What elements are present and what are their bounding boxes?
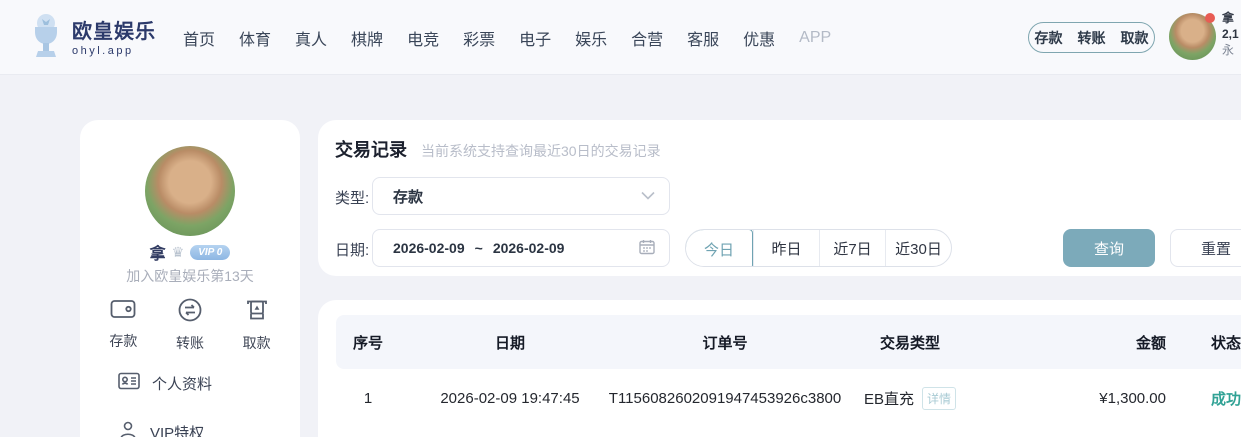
cell-index: 1 bbox=[336, 390, 400, 407]
crown-icon: ♛ bbox=[172, 244, 185, 261]
navbar-withdraw-button[interactable]: 取款 bbox=[1121, 28, 1149, 48]
cell-order-no: T1156082602091947453926c3800 bbox=[620, 390, 830, 407]
sidebar-withdraw-action[interactable]: 取款 bbox=[223, 298, 290, 353]
date-range-picker[interactable]: 2026-02-09 ~ 2026-02-09 bbox=[372, 229, 670, 267]
person-icon bbox=[118, 420, 138, 437]
transfer-icon bbox=[178, 298, 202, 327]
navbar-user-info: 拿 2,1 永 bbox=[1222, 10, 1241, 58]
withdraw-icon bbox=[245, 298, 269, 327]
reset-button[interactable]: 重置 bbox=[1170, 229, 1241, 267]
nav-item-app[interactable]: APP bbox=[799, 29, 831, 47]
table-header-row: 序号 日期 订单号 交易类型 金额 状态 bbox=[336, 315, 1241, 369]
nav-item-slots[interactable]: 电子 bbox=[519, 26, 551, 50]
col-header-amount: 金额 bbox=[990, 332, 1180, 353]
wallet-icon bbox=[110, 298, 136, 325]
page-subtitle: 当前系统支持查询最近30日的交易记录 bbox=[421, 141, 661, 161]
sidebar-item-label: 个人资料 bbox=[152, 373, 212, 394]
type-filter-label: 类型: bbox=[335, 187, 369, 208]
navbar-transfer-button[interactable]: 转账 bbox=[1078, 28, 1106, 48]
quick-actions: 存款 转账 取款 bbox=[90, 298, 290, 353]
sidebar-item-label: VIP特权 bbox=[150, 422, 204, 437]
nav-item-promo[interactable]: 优惠 bbox=[743, 26, 775, 50]
date-from-value: 2026-02-09 bbox=[393, 240, 465, 256]
transaction-type-text: EB直充 bbox=[864, 388, 914, 409]
profile-avatar bbox=[145, 146, 235, 236]
range-today-button[interactable]: 今日 bbox=[685, 229, 753, 267]
navbar-user-extra: 永 bbox=[1222, 42, 1241, 58]
range-7days-button[interactable]: 近7日 bbox=[819, 230, 885, 266]
nav-item-esports[interactable]: 电竞 bbox=[407, 26, 439, 50]
navbar-deposit-button[interactable]: 存款 bbox=[1035, 28, 1063, 48]
sidebar-deposit-action[interactable]: 存款 bbox=[90, 298, 157, 353]
table-row: 1 2026-02-09 19:47:45 T11560826020919474… bbox=[336, 369, 1241, 427]
range-30days-button[interactable]: 近30日 bbox=[885, 230, 951, 266]
wallet-pill: 存款 转账 取款 bbox=[1028, 22, 1155, 53]
range-yesterday-button[interactable]: 昨日 bbox=[753, 230, 819, 266]
navbar-balance: 2,1 bbox=[1222, 26, 1241, 42]
transaction-filter-panel: 交易记录 当前系统支持查询最近30日的交易记录 类型: 存款 日期: 2026-… bbox=[318, 120, 1241, 276]
type-select-value: 存款 bbox=[393, 186, 641, 207]
profile-username: 拿 bbox=[150, 240, 166, 264]
page-title: 交易记录 bbox=[335, 136, 407, 162]
col-header-index: 序号 bbox=[336, 332, 400, 353]
sidebar-item-vip[interactable]: VIP特权 bbox=[118, 420, 204, 437]
vip-badge: VIP 0 bbox=[190, 245, 230, 260]
cell-type: EB直充 详情 bbox=[830, 387, 990, 410]
col-header-status: 状态 bbox=[1180, 332, 1241, 353]
navbar-avatar[interactable] bbox=[1169, 13, 1216, 60]
detail-button[interactable]: 详情 bbox=[922, 387, 956, 410]
transaction-table-panel: 序号 日期 订单号 交易类型 金额 状态 1 2026-02-09 19:47:… bbox=[318, 300, 1241, 437]
nav-item-affiliate[interactable]: 合营 bbox=[631, 26, 663, 50]
query-button[interactable]: 查询 bbox=[1063, 229, 1155, 267]
sidebar-item-profile[interactable]: 个人资料 bbox=[118, 372, 212, 395]
quick-action-label: 存款 bbox=[109, 331, 137, 351]
cell-date: 2026-02-09 19:47:45 bbox=[400, 390, 620, 407]
profile-sidebar: 拿 ♛ VIP 0 加入欧皇娱乐第13天 存款 转账 bbox=[80, 120, 300, 437]
col-header-order: 订单号 bbox=[620, 332, 830, 353]
cell-status: 成功 bbox=[1180, 388, 1241, 409]
nav-item-live[interactable]: 真人 bbox=[295, 26, 327, 50]
date-to-value: 2026-02-09 bbox=[493, 240, 565, 256]
col-header-type: 交易类型 bbox=[830, 332, 990, 353]
date-filter-label: 日期: bbox=[335, 239, 369, 260]
join-days-text: 加入欧皇娱乐第13天 bbox=[80, 266, 300, 286]
top-navbar: 欧皇娱乐 ohyl.app 首页 体育 真人 棋牌 电竞 彩票 电子 娱乐 合营… bbox=[0, 0, 1241, 75]
brand-domain: ohyl.app bbox=[72, 44, 156, 58]
calendar-icon[interactable] bbox=[639, 239, 655, 258]
id-card-icon bbox=[118, 372, 140, 395]
trophy-logo-icon bbox=[28, 13, 64, 64]
nav-item-lottery[interactable]: 彩票 bbox=[463, 26, 495, 50]
quick-action-label: 取款 bbox=[243, 333, 271, 353]
nav-item-chess[interactable]: 棋牌 bbox=[351, 26, 383, 50]
type-select[interactable]: 存款 bbox=[372, 177, 670, 215]
date-quick-ranges: 今日 昨日 近7日 近30日 bbox=[685, 229, 952, 267]
navbar-username: 拿 bbox=[1222, 10, 1241, 26]
chevron-down-icon bbox=[641, 187, 655, 205]
nav-item-sports[interactable]: 体育 bbox=[239, 26, 271, 50]
brand-logo[interactable]: 欧皇娱乐 ohyl.app bbox=[28, 13, 156, 64]
nav-item-service[interactable]: 客服 bbox=[687, 26, 719, 50]
date-separator: ~ bbox=[475, 240, 483, 256]
sidebar-transfer-action[interactable]: 转账 bbox=[157, 298, 224, 353]
main-nav: 首页 体育 真人 棋牌 电竞 彩票 电子 娱乐 合营 客服 优惠 APP bbox=[183, 0, 831, 75]
cell-amount: ¥1,300.00 bbox=[990, 390, 1180, 407]
brand-name: 欧皇娱乐 bbox=[72, 20, 156, 44]
quick-action-label: 转账 bbox=[176, 333, 204, 353]
nav-item-home[interactable]: 首页 bbox=[183, 26, 215, 50]
col-header-date: 日期 bbox=[400, 332, 620, 353]
notification-dot bbox=[1205, 13, 1215, 23]
nav-item-entertainment[interactable]: 娱乐 bbox=[575, 26, 607, 50]
